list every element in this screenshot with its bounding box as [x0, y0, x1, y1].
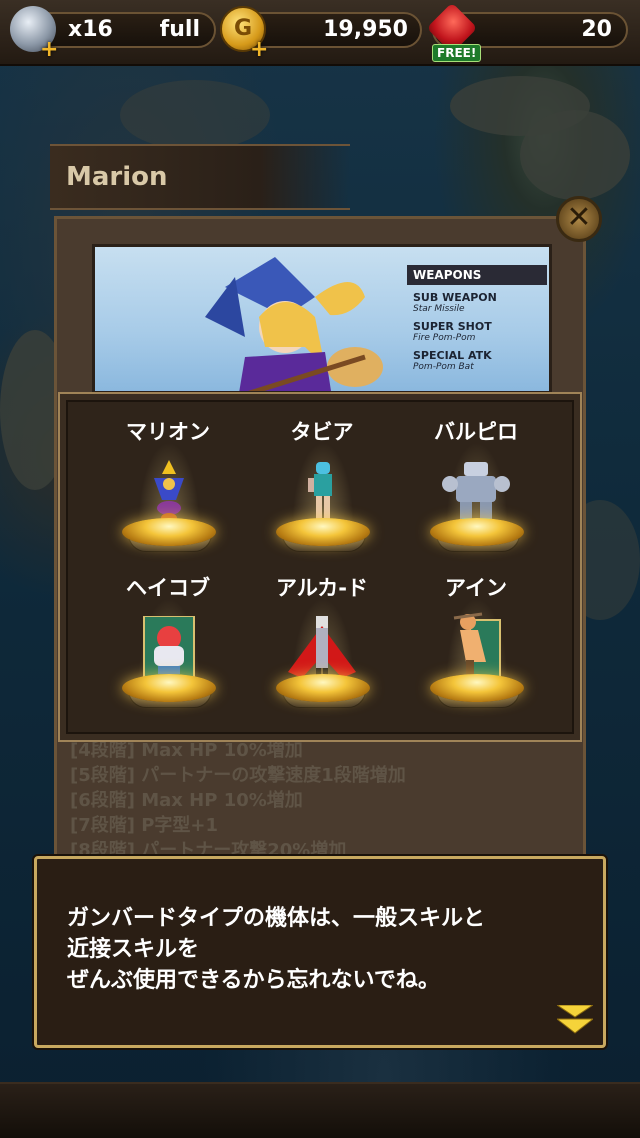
weapon-label: SPECIAL ATK — [413, 349, 492, 362]
weapon-label: SUB WEAPON — [413, 291, 497, 304]
weapon-value: Fire Pom-Pom — [413, 333, 476, 343]
tabia-sprite-icon — [308, 462, 332, 520]
character-name-header: Marion — [50, 144, 350, 210]
ships-count: x16 — [68, 17, 113, 42]
upgrade-effects-list: [4段階] Max HP 10%増加 [5段階] パートナーの攻撃速度1段階増加… — [70, 738, 530, 863]
gems-counter[interactable]: FREE! 20 — [426, 2, 628, 62]
character-cell-alucard[interactable]: アルカ-ド — [242, 558, 402, 713]
ships-counter[interactable]: + x16 full — [10, 6, 216, 62]
ain-sprite-icon — [453, 612, 501, 681]
double-chevron-down-icon[interactable] — [557, 1005, 593, 1035]
tutorial-dialog[interactable]: ガンバードタイプの機体は、一般スキルと 近接スキルを ぜんぶ使用できるから忘れな… — [34, 856, 606, 1048]
heicob-sprite-icon — [143, 616, 195, 681]
effect-line: [6段階] Max HP 10%増加 — [70, 790, 303, 811]
character-name: Marion — [66, 162, 168, 192]
balpiro-sprite-icon — [442, 462, 510, 524]
dialog-line: 近接スキルを — [67, 937, 200, 962]
effect-line: [7段階] P字型+1 — [70, 815, 219, 836]
character-cell-balpiro[interactable]: バルピロ — [396, 402, 556, 557]
weapons-list: WEAPONS SUB WEAPON Star Missile SUPER SH… — [407, 265, 547, 378]
character-cell-tabia[interactable]: タビア — [242, 402, 402, 557]
marion-illustration — [205, 257, 383, 391]
character-cell-ain[interactable]: アイン — [396, 558, 556, 713]
gold-counter[interactable]: G + 19,950 — [220, 6, 422, 62]
dialog-text: ガンバードタイプの機体は、一般スキルと 近接スキルを ぜんぶ使用できるから忘れな… — [67, 903, 587, 996]
character-portrait: WEAPONS SUB WEAPON Star Missile SUPER SH… — [92, 244, 552, 394]
gold-amount: 19,950 — [323, 17, 408, 42]
weapon-value: Star Missile — [413, 304, 465, 314]
alucard-sprite-icon — [288, 616, 356, 680]
weapon-label: SUPER SHOT — [413, 320, 492, 333]
dialog-line: ガンバードタイプの機体は、一般スキルと — [67, 906, 486, 931]
effect-line: [5段階] パートナーの攻撃速度1段階増加 — [70, 765, 406, 786]
dialog-line: ぜんぶ使用できるから忘れないでね。 — [67, 968, 440, 993]
resource-bar: + x16 full G + 19,950 FREE! 20 — [0, 0, 640, 66]
bottom-bar — [0, 1082, 640, 1138]
character-cell-heicob[interactable]: ヘイコブ — [88, 558, 248, 713]
character-select-grid: マリオン タビア バルピロ ヘイコブ アルカ-ド アイン — [58, 392, 582, 742]
character-cell-marion[interactable]: マリオン — [88, 402, 248, 557]
close-button[interactable]: ✕ — [556, 196, 602, 242]
gems-amount: 20 — [581, 17, 612, 42]
marion-sprite-icon — [154, 460, 184, 523]
add-ships-icon[interactable]: + — [40, 34, 58, 66]
weapons-title: WEAPONS — [407, 265, 547, 285]
ships-status: full — [159, 17, 200, 42]
add-gold-icon[interactable]: + — [250, 34, 268, 66]
free-badge[interactable]: FREE! — [432, 44, 482, 62]
weapon-value: Pom-Pom Bat — [413, 362, 474, 372]
close-icon: ✕ — [566, 200, 592, 235]
